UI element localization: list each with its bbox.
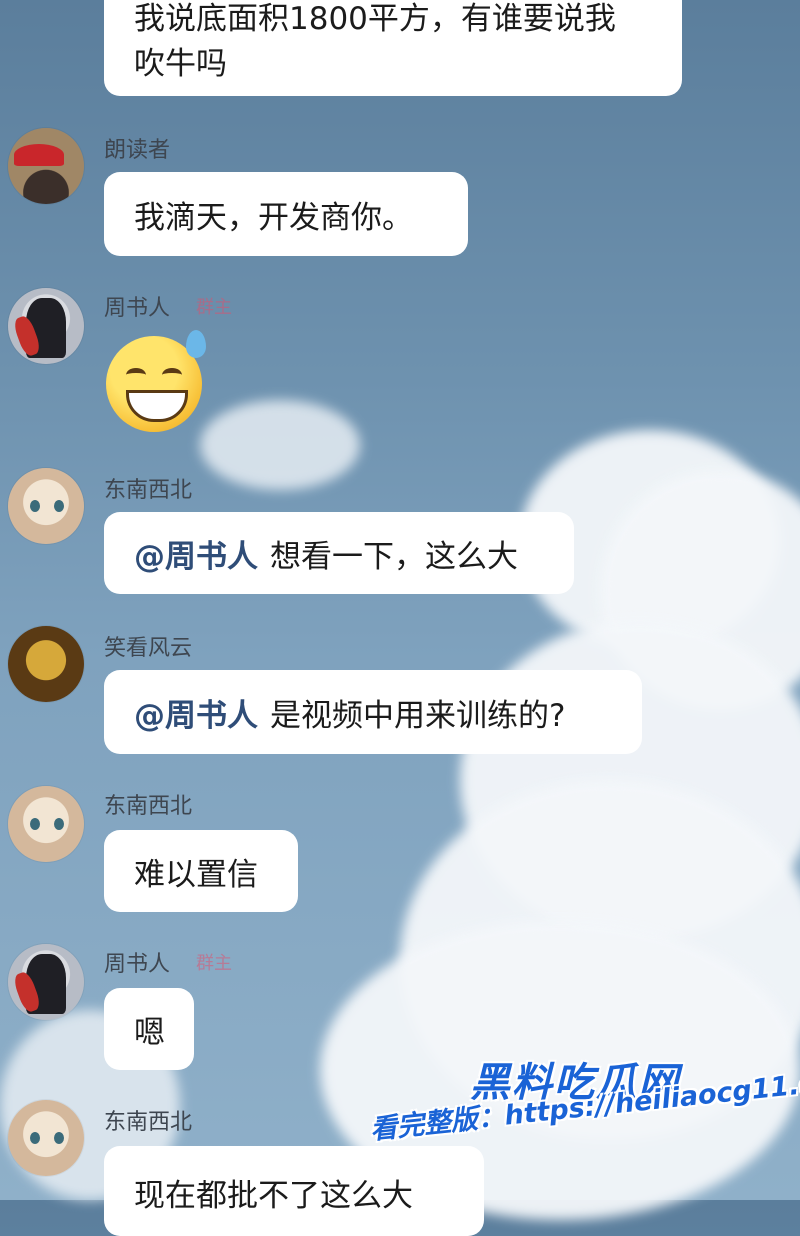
eye <box>126 368 146 382</box>
chat-bubble[interactable]: @周书人 想看一下，这么大 <box>104 512 574 594</box>
sender-name: 周书人 <box>104 952 171 977</box>
avatar[interactable] <box>8 786 84 862</box>
chat-bubble[interactable]: 现在都批不了这么大 <box>104 1146 484 1236</box>
avatar[interactable] <box>8 626 84 702</box>
avatar[interactable] <box>8 288 84 364</box>
chat-bubble[interactable]: @周书人 是视频中用来训练的? <box>104 670 642 754</box>
message-text: 现在都批不了这么大 <box>134 1178 413 1214</box>
avatar[interactable] <box>8 944 84 1020</box>
sender-name: 朗读者 <box>104 138 171 163</box>
sender-name: 东南西北 <box>104 478 193 503</box>
message-text: 想看一下，这么大 <box>270 538 518 575</box>
message-text: 嗯 <box>134 1014 165 1051</box>
admin-badge: 群主 <box>196 297 232 318</box>
sender-name: 东南西北 <box>104 1110 193 1135</box>
message-text-line: 我说底面积1800平方，有谁要说我 <box>134 1 616 37</box>
avatar[interactable] <box>8 468 84 544</box>
avatar[interactable] <box>8 1100 84 1176</box>
grinning-sweat-emoji-icon[interactable] <box>106 330 206 432</box>
mention-link[interactable]: @周书人 <box>134 690 258 735</box>
avatar[interactable] <box>8 128 84 204</box>
chat-bubble[interactable]: 我说底面积1800平方，有谁要说我 吹牛吗 <box>104 0 682 96</box>
admin-badge: 群主 <box>196 953 232 974</box>
eye <box>162 368 182 382</box>
sweat-drop-icon <box>186 330 206 358</box>
cloud <box>200 400 360 490</box>
mention-link[interactable]: @周书人 <box>134 531 258 576</box>
message-text: 我滴天，开发商你。 <box>134 199 413 236</box>
message-text: 难以置信 <box>134 856 258 893</box>
chat-bubble[interactable]: 嗯 <box>104 988 194 1070</box>
message-text: 是视频中用来训练的? <box>270 697 566 734</box>
mouth <box>126 390 188 422</box>
sender-name: 周书人 <box>104 296 171 321</box>
chat-bubble[interactable]: 难以置信 <box>104 830 298 912</box>
sender-name: 东南西北 <box>104 794 193 819</box>
message-text-line: 吹牛吗 <box>134 46 227 82</box>
chat-bubble[interactable]: 我滴天，开发商你。 <box>104 172 468 256</box>
sender-name: 笑看风云 <box>104 636 193 661</box>
